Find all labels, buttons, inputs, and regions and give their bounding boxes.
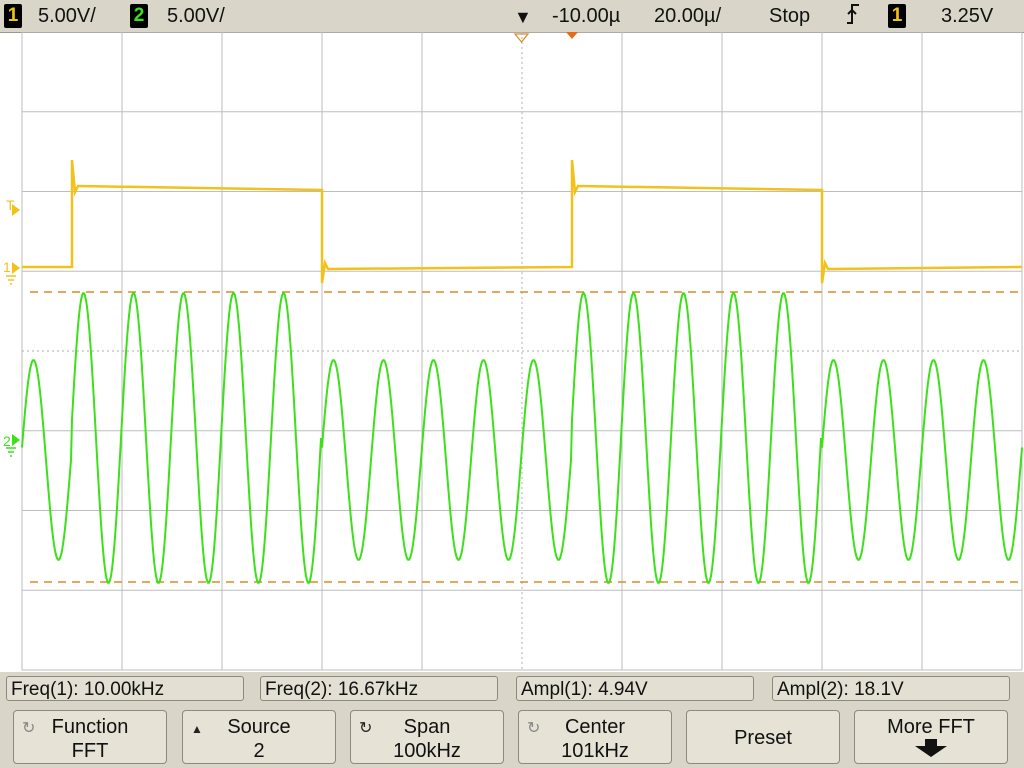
delay-marker-icon: ▼	[514, 7, 532, 27]
down-arrow-icon	[855, 739, 1007, 763]
softkey-label: Source	[227, 716, 291, 738]
measurement-ampl-2[interactable]: Ampl(2): 18.1V	[772, 676, 1010, 701]
function-softkey[interactable]: ↻ Function FFT	[13, 710, 167, 764]
softkey-value: 101kHz	[561, 740, 629, 762]
softkey-label: Function	[51, 716, 129, 738]
softkey-value: FFT	[71, 740, 109, 762]
up-arrow-icon: ▲	[191, 722, 203, 736]
trigger-level[interactable]: 3.25V	[941, 3, 993, 29]
softkey-label: Span	[403, 716, 451, 738]
softkey-label: Center	[564, 716, 626, 738]
ch2-ground-marker: 2	[3, 433, 20, 457]
ch2-scale[interactable]: 5.00V/	[167, 3, 225, 29]
knob-icon: ↻	[359, 720, 373, 737]
graticule	[21, 31, 1023, 671]
ch1-scale[interactable]: 5.00V/	[38, 3, 96, 29]
softkey-label: Preset	[734, 727, 792, 749]
softkey-label: More FFT	[887, 716, 975, 738]
ch2-trace	[21, 292, 1023, 584]
preset-softkey[interactable]: Preset	[686, 710, 840, 764]
softkey-menu: ↻ Function FFT ▲ Source 2 ↻ Span 100kHz …	[0, 704, 1024, 768]
trigger-level-marker: T	[6, 197, 20, 216]
timebase-scale[interactable]: 20.00µ/	[654, 3, 721, 29]
measurement-freq-2[interactable]: Freq(2): 16.67kHz	[260, 676, 498, 701]
source-softkey[interactable]: ▲ Source 2	[182, 710, 336, 764]
center-softkey[interactable]: ↻ Center 101kHz	[518, 710, 672, 764]
trigger-source-indicator[interactable]: 1	[888, 4, 906, 28]
measurement-freq-1[interactable]: Freq(1): 10.00kHz	[6, 676, 244, 701]
cursor-lines	[30, 291, 1020, 583]
knob-icon: ↻	[527, 720, 541, 737]
span-softkey[interactable]: ↻ Span 100kHz	[350, 710, 504, 764]
more-fft-softkey[interactable]: More FFT	[854, 710, 1008, 764]
knob-icon: ↻	[22, 720, 36, 737]
ch1-marker-label: 1	[3, 259, 11, 275]
measurement-bar: Freq(1): 10.00kHz Freq(2): 16.67kHz Ampl…	[0, 672, 1024, 704]
softkey-value: 2	[253, 740, 265, 762]
ch2-marker-label: 2	[3, 433, 11, 449]
status-bar: 1 5.00V/ 2 5.00V/ ▼ -10.00µ 20.00µ/ Stop…	[0, 0, 1024, 33]
time-delay[interactable]: -10.00µ	[552, 3, 620, 29]
measurement-ampl-1[interactable]: Ampl(1): 4.94V	[516, 676, 754, 701]
run-state[interactable]: Stop	[769, 3, 810, 29]
ch2-indicator[interactable]: 2	[130, 4, 148, 28]
softkey-value: 100kHz	[393, 740, 461, 762]
waveform-display[interactable]: 1 T 2	[0, 31, 1024, 672]
rising-edge-icon	[846, 3, 860, 32]
trigger-position-marker	[513, 32, 578, 43]
ch1-ground-marker: 1	[3, 259, 20, 285]
ch1-indicator[interactable]: 1	[4, 4, 22, 28]
